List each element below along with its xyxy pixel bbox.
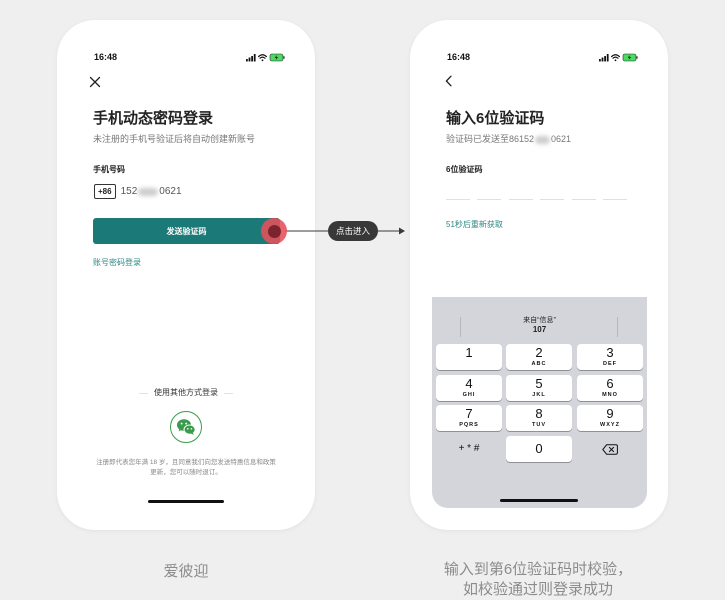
sent-to-text: 验证码已发送至86152 [446, 134, 535, 144]
key-digit: 4 [465, 376, 473, 391]
key-7[interactable]: 7 PQRS [436, 405, 502, 431]
annotation-label: 点击进入 [328, 221, 378, 241]
status-time: 16:48 [447, 52, 471, 62]
back-button[interactable] [444, 75, 454, 87]
home-indicator [500, 499, 578, 502]
wifi-icon [611, 54, 620, 62]
page-subtitle: 未注册的手机号验证后将自动创建新账号 [93, 134, 256, 144]
key-letters: MNO [602, 391, 618, 398]
tap-indicator [261, 218, 287, 244]
phone-number-end: 0621 [159, 185, 182, 197]
symbols-key-label: + * # [458, 443, 480, 454]
suggestion-divider [617, 317, 618, 337]
key-1[interactable]: 1 [436, 344, 502, 370]
other-login-divider: 使用其他方式登录 [57, 388, 315, 398]
suggestion-divider [460, 317, 461, 337]
key-8[interactable]: 8 TUV [506, 405, 572, 431]
masked-digits [138, 187, 159, 196]
key-9[interactable]: 9 WXYZ [577, 405, 643, 431]
numeric-keyboard: 来自“信息” 107 1 2 ABC 3 DEF 4 GHI 5 JKL 6 M… [432, 297, 647, 508]
key-digit: 5 [535, 376, 543, 391]
caption-line: 输入到第6位验证码时校验， [443, 561, 633, 578]
password-login-link[interactable]: 账号密码登录 [93, 258, 141, 268]
sent-to-number-end: 0621 [551, 134, 572, 144]
battery-icon [622, 53, 638, 62]
terms-text: 注册即代表您年满 18 岁，且同意我们向您发送特惠信息和政策更新，您可以随时退订… [96, 459, 276, 476]
code-autofill-suggestion[interactable]: 来自“信息” 107 [492, 316, 587, 334]
masked-digits [535, 135, 551, 144]
divider-line [224, 392, 233, 394]
key-6[interactable]: 6 MNO [577, 375, 643, 401]
login-phone-screen: 16:48 手机动态密码登录 未注册的手机号验证后将自动创建新账号 手机号码 +… [57, 20, 315, 530]
signal-icon [599, 54, 609, 62]
wechat-login-button[interactable] [170, 411, 202, 443]
key-0[interactable]: 0 [506, 436, 572, 462]
caption-right: 输入到第6位验证码时校验， 如校验通过则登录成功 [428, 560, 648, 600]
other-login-label: 使用其他方式登录 [154, 388, 218, 397]
code-digit-slot[interactable] [508, 199, 533, 200]
key-letters: WXYZ [600, 421, 620, 428]
key-letters: JKL [532, 391, 546, 398]
key-digit: 6 [606, 376, 614, 391]
code-input[interactable] [446, 199, 627, 201]
signal-icon [246, 54, 256, 62]
resend-countdown: 51秒后重新获取 [446, 220, 503, 229]
symbols-key[interactable]: + * # [436, 436, 502, 462]
key-digit: 2 [535, 345, 543, 360]
key-digit: 1 [465, 345, 473, 360]
status-time: 16:48 [94, 52, 118, 62]
page-title: 手机动态密码登录 [93, 110, 214, 127]
caption-text: 爱彼迎 [163, 563, 209, 580]
caption-left: 爱彼迎 [76, 562, 296, 582]
key-digit: 9 [606, 406, 614, 421]
verify-code-phone-screen: 16:48 输入6位验证码 验证码已发送至86152 0621 6位验证码 51… [410, 20, 668, 530]
home-indicator [148, 500, 224, 503]
wifi-icon [258, 54, 267, 62]
code-digit-slot[interactable] [477, 199, 502, 200]
key-3[interactable]: 3 DEF [577, 344, 643, 370]
key-letters: ABC [531, 360, 547, 367]
tap-indicator-core [267, 224, 281, 238]
code-field-label: 6位验证码 [446, 165, 483, 174]
battery-icon [269, 53, 285, 62]
divider-line [139, 392, 148, 394]
country-code-selector[interactable]: +86 [94, 184, 116, 199]
key-digit: 0 [535, 441, 543, 456]
arrowhead-icon [399, 227, 405, 235]
key-5[interactable]: 5 JKL [506, 375, 572, 401]
page-title: 输入6位验证码 [446, 110, 545, 127]
code-digit-slot[interactable] [540, 199, 565, 200]
backspace-icon [602, 443, 618, 455]
send-code-button[interactable]: 发送验证码 [93, 218, 280, 244]
key-letters: TUV [532, 421, 546, 428]
phone-number-start: 152 [120, 185, 138, 197]
suggestion-source: 来自“信息” [523, 317, 556, 324]
code-digit-slot[interactable] [602, 199, 627, 200]
key-letters: PQRS [459, 421, 479, 428]
page-subtitle: 验证码已发送至86152 0621 [446, 134, 571, 145]
key-digit: 8 [535, 406, 543, 421]
key-letters: GHI [462, 391, 476, 398]
code-digit-slot[interactable] [571, 199, 596, 200]
status-icons [246, 53, 286, 62]
key-digit: 7 [465, 406, 473, 421]
key-2[interactable]: 2 ABC [506, 344, 572, 370]
wechat-icon [177, 419, 196, 435]
key-4[interactable]: 4 GHI [436, 375, 502, 401]
phone-field-label: 手机号码 [93, 165, 125, 174]
status-icons [599, 53, 639, 62]
close-icon [89, 76, 101, 88]
suggestion-code: 107 [532, 325, 547, 334]
close-button[interactable] [89, 76, 101, 88]
key-letters: DEF [603, 360, 617, 367]
phone-number-field[interactable]: +86 152 0621 [94, 184, 182, 199]
caption-line: 如校验通过则登录成功 [462, 581, 613, 598]
chevron-left-icon [445, 75, 452, 87]
code-digit-slot[interactable] [446, 199, 470, 200]
key-digit: 3 [606, 345, 614, 360]
delete-key[interactable] [577, 436, 643, 462]
